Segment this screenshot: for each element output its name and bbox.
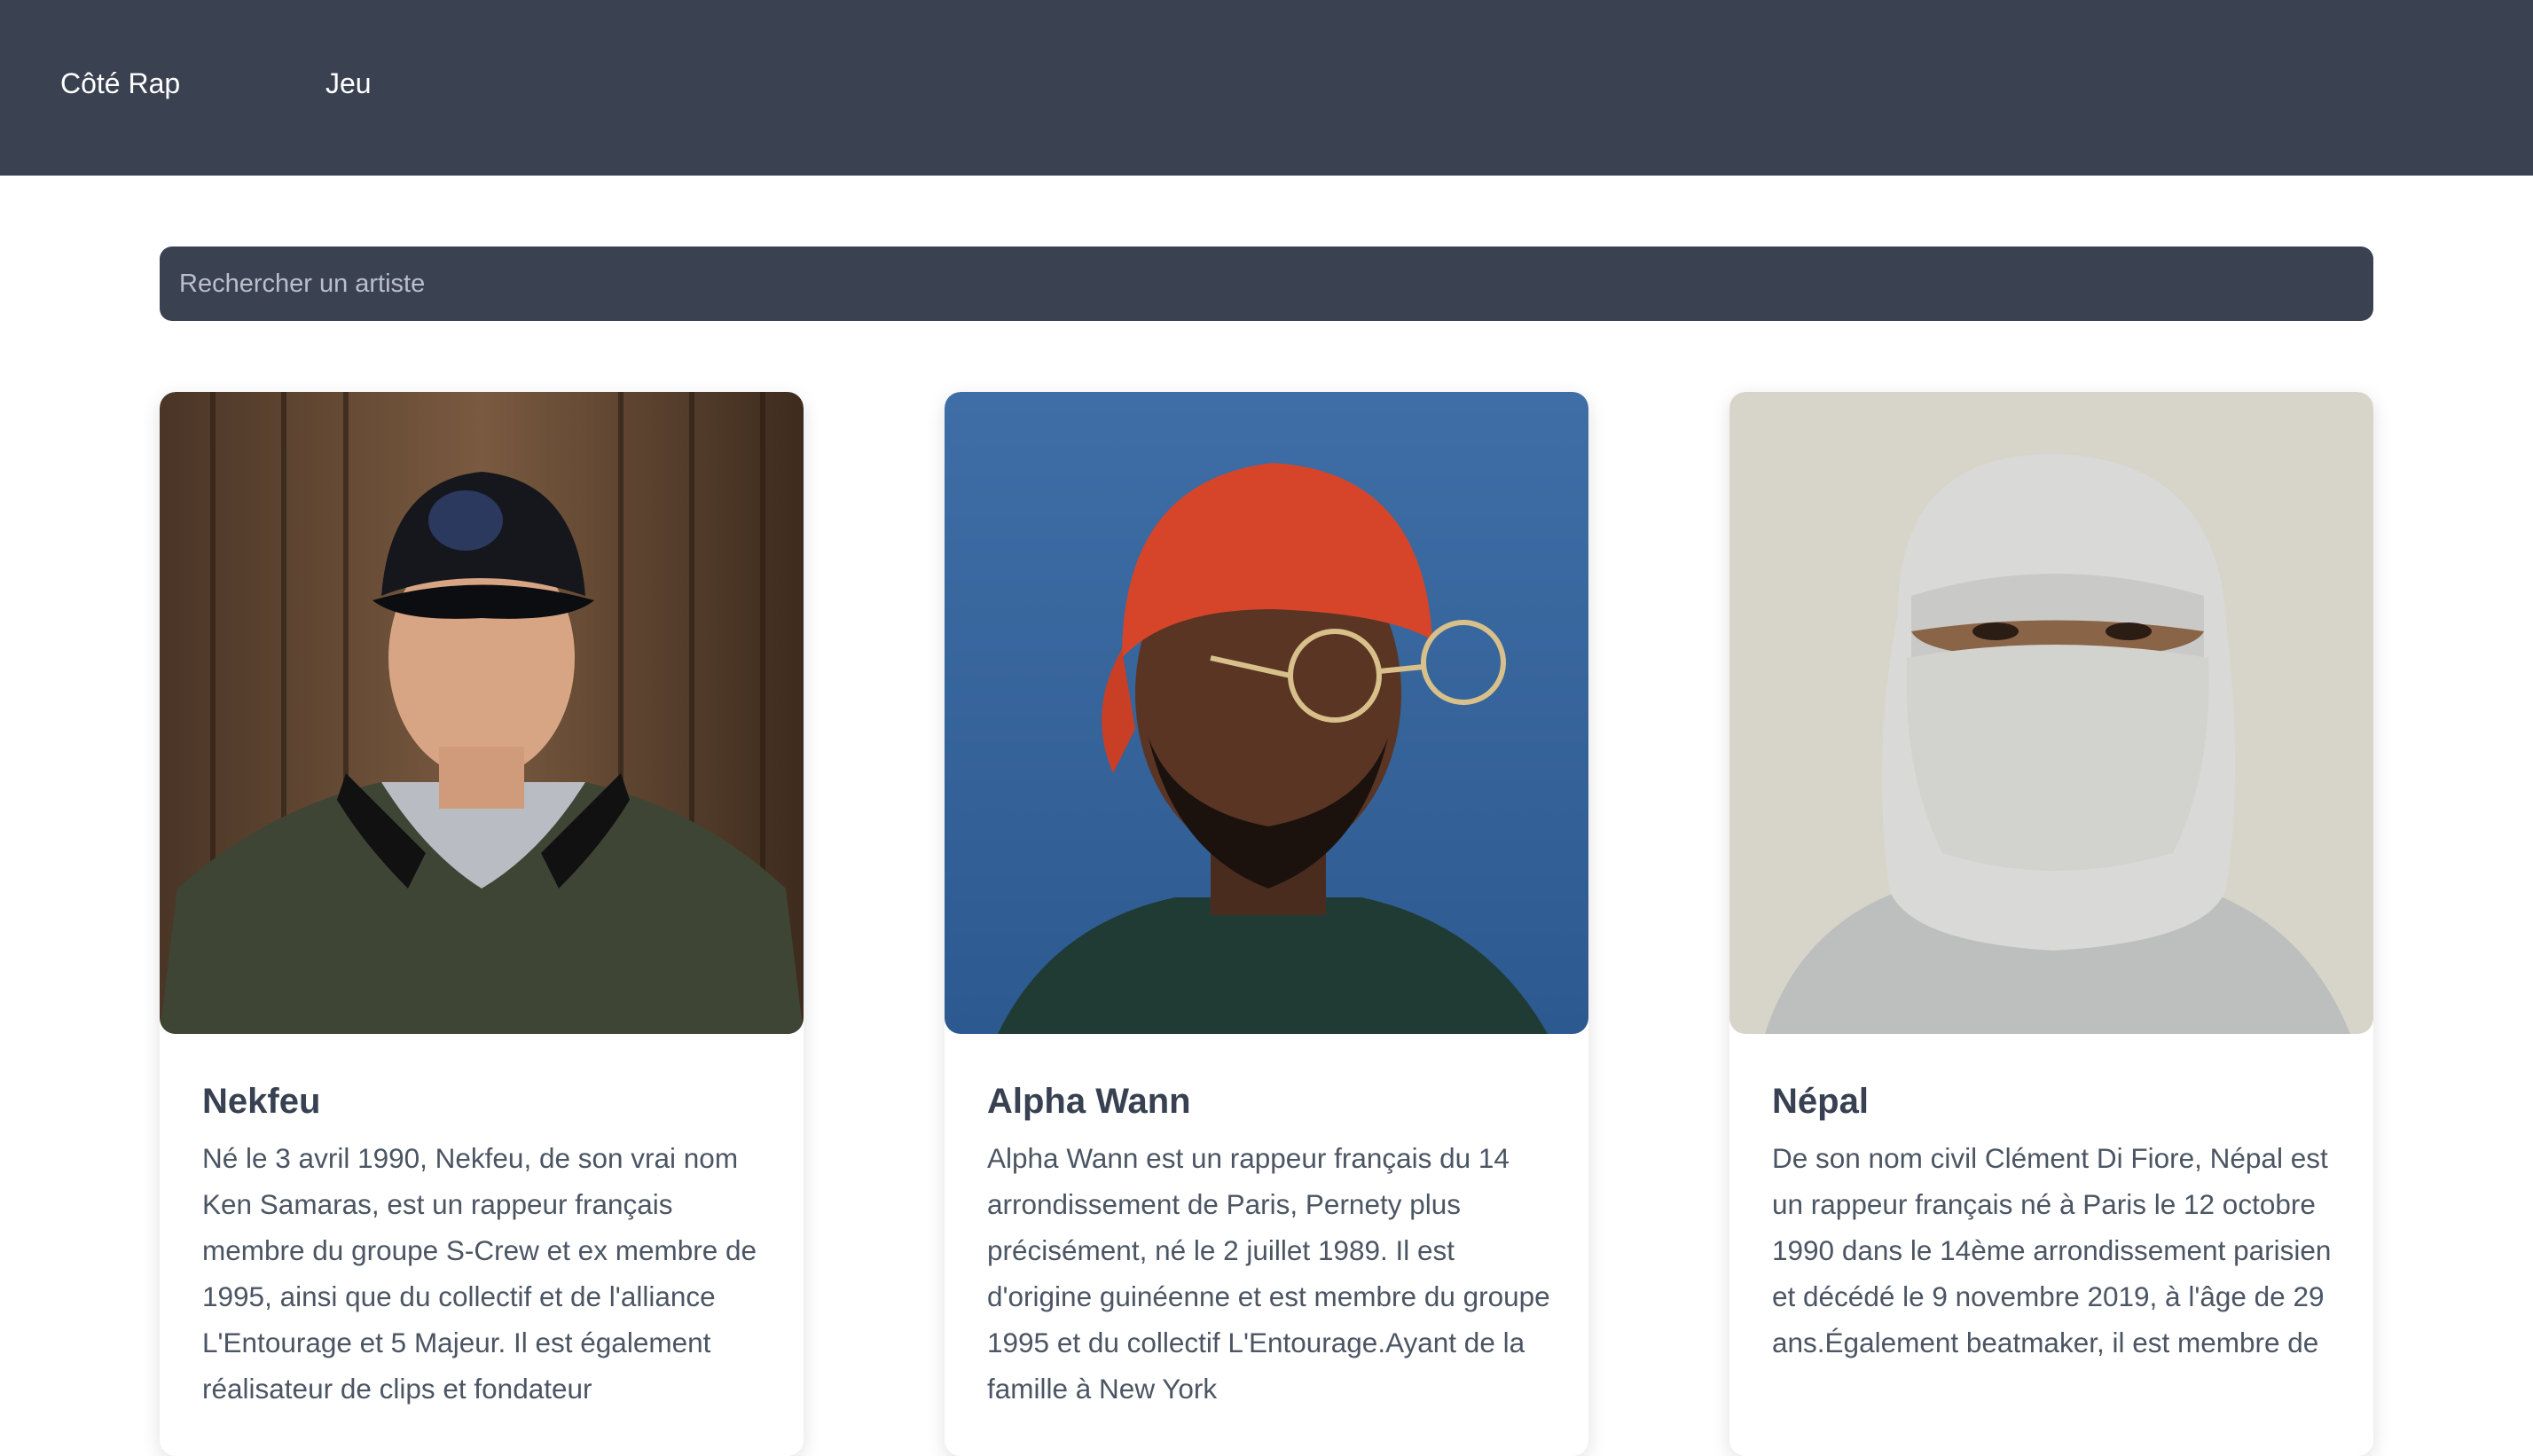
artist-photo [1729, 392, 2373, 1034]
artist-card-nekfeu[interactable]: Nekfeu Né le 3 avril 1990, Nekfeu, de so… [160, 392, 804, 1456]
nav-link-game[interactable]: Jeu [325, 64, 372, 103]
artist-name: Nekfeu [202, 1082, 321, 1121]
artist-photo [945, 392, 1588, 1034]
artist-photo [160, 392, 804, 1034]
artist-bio: Né le 3 avril 1990, Nekfeu, de son vrai … [202, 1142, 757, 1405]
artist-bio: De son nom civil Clément Di Fiore, Népal… [1772, 1142, 2332, 1358]
search-bar [160, 247, 2373, 321]
artist-name: Alpha Wann [987, 1082, 1191, 1121]
search-input[interactable] [179, 247, 2373, 321]
nav-link-home[interactable]: Côté Rap [60, 64, 180, 103]
artist-card-alpha-wann[interactable]: Alpha Wann Alpha Wann est un rappeur fra… [945, 392, 1588, 1456]
artist-card-nepal[interactable]: Népal De son nom civil Clément Di Fiore,… [1729, 392, 2373, 1456]
artist-name: Népal [1772, 1082, 1869, 1121]
artist-bio: Alpha Wann est un rappeur français du 14… [987, 1142, 1550, 1405]
top-navbar: Côté Rap Jeu [0, 0, 2533, 176]
